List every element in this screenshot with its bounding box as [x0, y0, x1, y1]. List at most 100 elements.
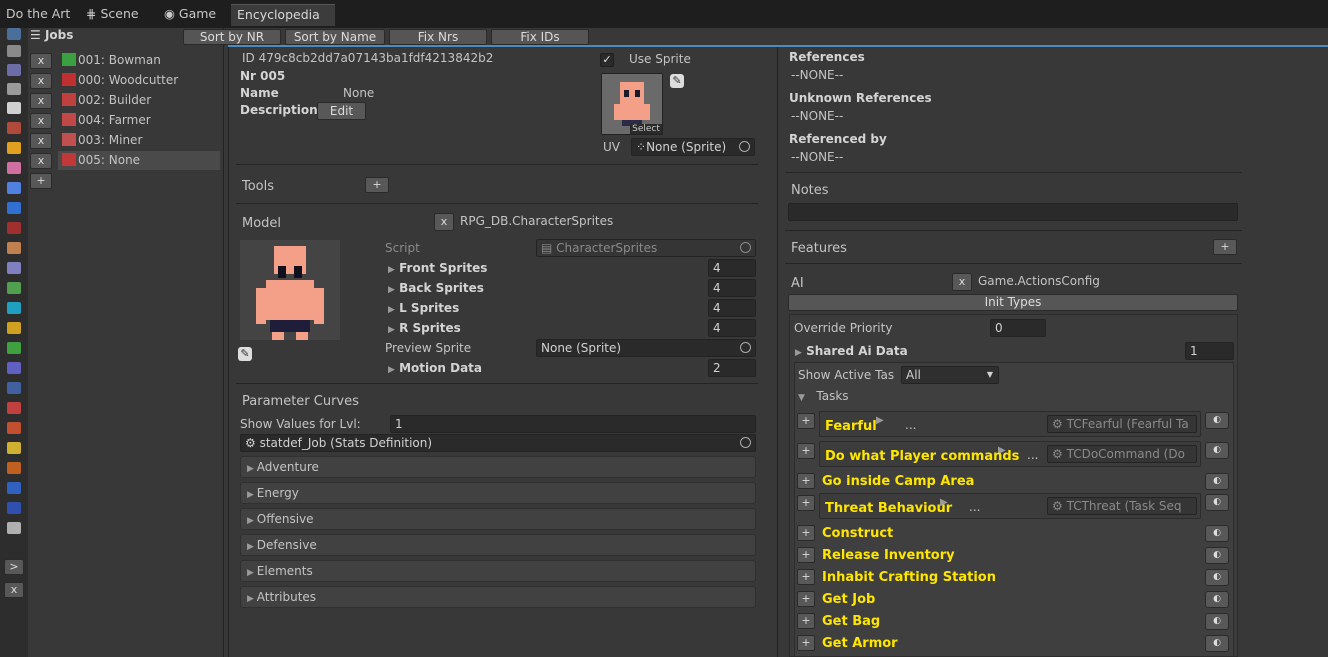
add-job-button[interactable]: + — [30, 173, 52, 189]
shared-ai-data-count[interactable]: 1 — [1185, 342, 1234, 360]
lightning-icon[interactable] — [7, 142, 21, 154]
close-tools-button[interactable]: x — [4, 582, 24, 598]
bird-icon[interactable] — [7, 302, 21, 314]
map-icon[interactable] — [7, 422, 21, 434]
object-picker-icon[interactable] — [740, 437, 751, 448]
task-label[interactable]: Threat Behaviour — [825, 501, 952, 516]
edit-description-button[interactable]: Edit — [317, 102, 366, 120]
task-state-icon[interactable]: ◐ — [1205, 569, 1229, 586]
curve-foldout-adventure[interactable]: ▶ Adventure — [240, 456, 756, 478]
refresh-icon[interactable] — [7, 28, 21, 40]
add-task-button[interactable]: + — [797, 413, 815, 429]
tasks-foldout[interactable]: ▼ Tasks — [798, 389, 849, 403]
front-sprites-count[interactable]: 4 — [708, 259, 756, 277]
expand-button[interactable]: > — [4, 559, 24, 575]
curve-foldout-energy[interactable]: ▶ Energy — [240, 482, 756, 504]
link-icon[interactable] — [7, 83, 21, 95]
gem-icon[interactable] — [7, 202, 21, 214]
list-icon[interactable] — [7, 362, 21, 374]
back-sprites-foldout[interactable]: ▶ Back Sprites — [388, 281, 484, 295]
back-sprites-count[interactable]: 4 — [708, 279, 756, 297]
tab-encyclopedia[interactable]: Encyclopedia * — [231, 4, 335, 42]
sort-by-name-button[interactable]: Sort by Name — [285, 29, 385, 45]
fix-nrs-button[interactable]: Fix Nrs — [389, 29, 487, 45]
star-icon[interactable] — [7, 442, 21, 454]
show-active-dropdown[interactable]: All ▼ — [901, 366, 999, 384]
add-feature-button[interactable]: + — [1213, 239, 1237, 255]
remove-job-button[interactable]: x — [30, 93, 52, 109]
remove-ai-button[interactable]: x — [952, 273, 972, 291]
task-label[interactable]: Inhabit Crafting Station — [822, 570, 996, 585]
task-state-icon[interactable]: ◐ — [1205, 494, 1229, 511]
r-sprites-foldout[interactable]: ▶ R Sprites — [388, 321, 461, 335]
bag-icon[interactable] — [7, 282, 21, 294]
remove-job-button[interactable]: x — [30, 73, 52, 89]
task-state-icon[interactable]: ◐ — [1205, 635, 1229, 652]
motion-data-foldout[interactable]: ▶ Motion Data — [388, 361, 482, 375]
name-value[interactable]: None — [343, 86, 374, 100]
task-reference-field[interactable]: ⚙ TCDoCommand (Do — [1047, 445, 1197, 463]
add-task-button[interactable]: + — [797, 525, 815, 541]
object-picker-icon[interactable] — [739, 141, 750, 152]
add-task-button[interactable]: + — [797, 547, 815, 563]
r-sprites-count[interactable]: 4 — [708, 319, 756, 337]
document-icon[interactable] — [7, 102, 21, 114]
task-state-icon[interactable]: ◐ — [1205, 613, 1229, 630]
task-state-icon[interactable]: ◐ — [1205, 442, 1229, 459]
gear-icon[interactable] — [7, 522, 21, 534]
task-label[interactable]: Get Bag — [822, 614, 880, 629]
task-reference-field[interactable]: ⚙ TCFearful (Fearful Ta — [1047, 415, 1197, 433]
brush-icon[interactable] — [7, 64, 21, 76]
l-sprites-foldout[interactable]: ▶ L Sprites — [388, 301, 459, 315]
grid-icon[interactable] — [7, 402, 21, 414]
tab-do-the-art[interactable]: Do the Art — [0, 4, 76, 26]
splitter[interactable] — [228, 47, 229, 657]
potion-icon[interactable] — [7, 182, 21, 194]
building-icon[interactable] — [7, 122, 21, 134]
curve-foldout-offensive[interactable]: ▶ Offensive — [240, 508, 756, 530]
task-state-icon[interactable]: ◐ — [1205, 412, 1229, 429]
job-list-item[interactable]: 001: Bowman — [58, 51, 220, 70]
task-label[interactable]: Fearful — [825, 419, 877, 434]
export-icon[interactable] — [7, 502, 21, 514]
use-sprite-checkbox[interactable]: ✓ — [600, 53, 614, 67]
add-task-button[interactable]: + — [797, 473, 815, 489]
shield-icon[interactable] — [7, 262, 21, 274]
add-task-button[interactable]: + — [797, 635, 815, 651]
job-list-item[interactable]: 002: Builder — [58, 91, 220, 110]
chest-icon[interactable] — [7, 222, 21, 234]
job-list-item[interactable]: 000: Woodcutter — [58, 71, 220, 90]
override-priority-field[interactable]: 0 — [990, 319, 1046, 337]
select-sprite-button[interactable]: Select — [630, 124, 662, 134]
arrows-icon[interactable] — [7, 342, 21, 354]
task-label[interactable]: Do what Player commands — [825, 449, 1019, 464]
add-task-button[interactable]: + — [797, 591, 815, 607]
add-task-button[interactable]: + — [797, 569, 815, 585]
task-options-button[interactable]: ... — [969, 500, 980, 514]
curve-foldout-attributes[interactable]: ▶ Attributes — [240, 586, 756, 608]
sprite-preview[interactable]: Select — [601, 73, 663, 135]
front-sprites-foldout[interactable]: ▶ Front Sprites — [388, 261, 487, 275]
coin-icon[interactable] — [7, 322, 21, 334]
preview-sprite-field[interactable]: None (Sprite) — [536, 339, 756, 357]
task-label[interactable]: Construct — [822, 526, 893, 541]
tab-game[interactable]: ◉ Game — [158, 4, 222, 26]
task-state-icon[interactable]: ◐ — [1205, 525, 1229, 542]
splitter[interactable] — [777, 47, 778, 657]
motion-data-count[interactable]: 2 — [708, 359, 756, 377]
task-label[interactable]: Release Inventory — [822, 548, 955, 563]
remove-job-button[interactable]: x — [30, 113, 52, 129]
expand-task-icon[interactable]: ▶ — [876, 415, 884, 426]
remove-model-button[interactable]: x — [434, 213, 454, 231]
hand-icon[interactable] — [7, 162, 21, 174]
init-types-button[interactable]: Init Types — [788, 294, 1238, 311]
pencil-icon[interactable]: ✎ — [670, 74, 684, 88]
task-options-button[interactable]: ... — [905, 418, 916, 432]
curve-foldout-elements[interactable]: ▶ Elements — [240, 560, 756, 582]
pencil-icon[interactable]: ✎ — [238, 347, 252, 361]
show-values-field[interactable]: 1 — [390, 415, 756, 433]
fire-icon[interactable] — [7, 462, 21, 474]
task-label[interactable]: Go inside Camp Area — [822, 474, 974, 489]
add-task-button[interactable]: + — [797, 495, 815, 511]
task-label[interactable]: Get Armor — [822, 636, 898, 651]
